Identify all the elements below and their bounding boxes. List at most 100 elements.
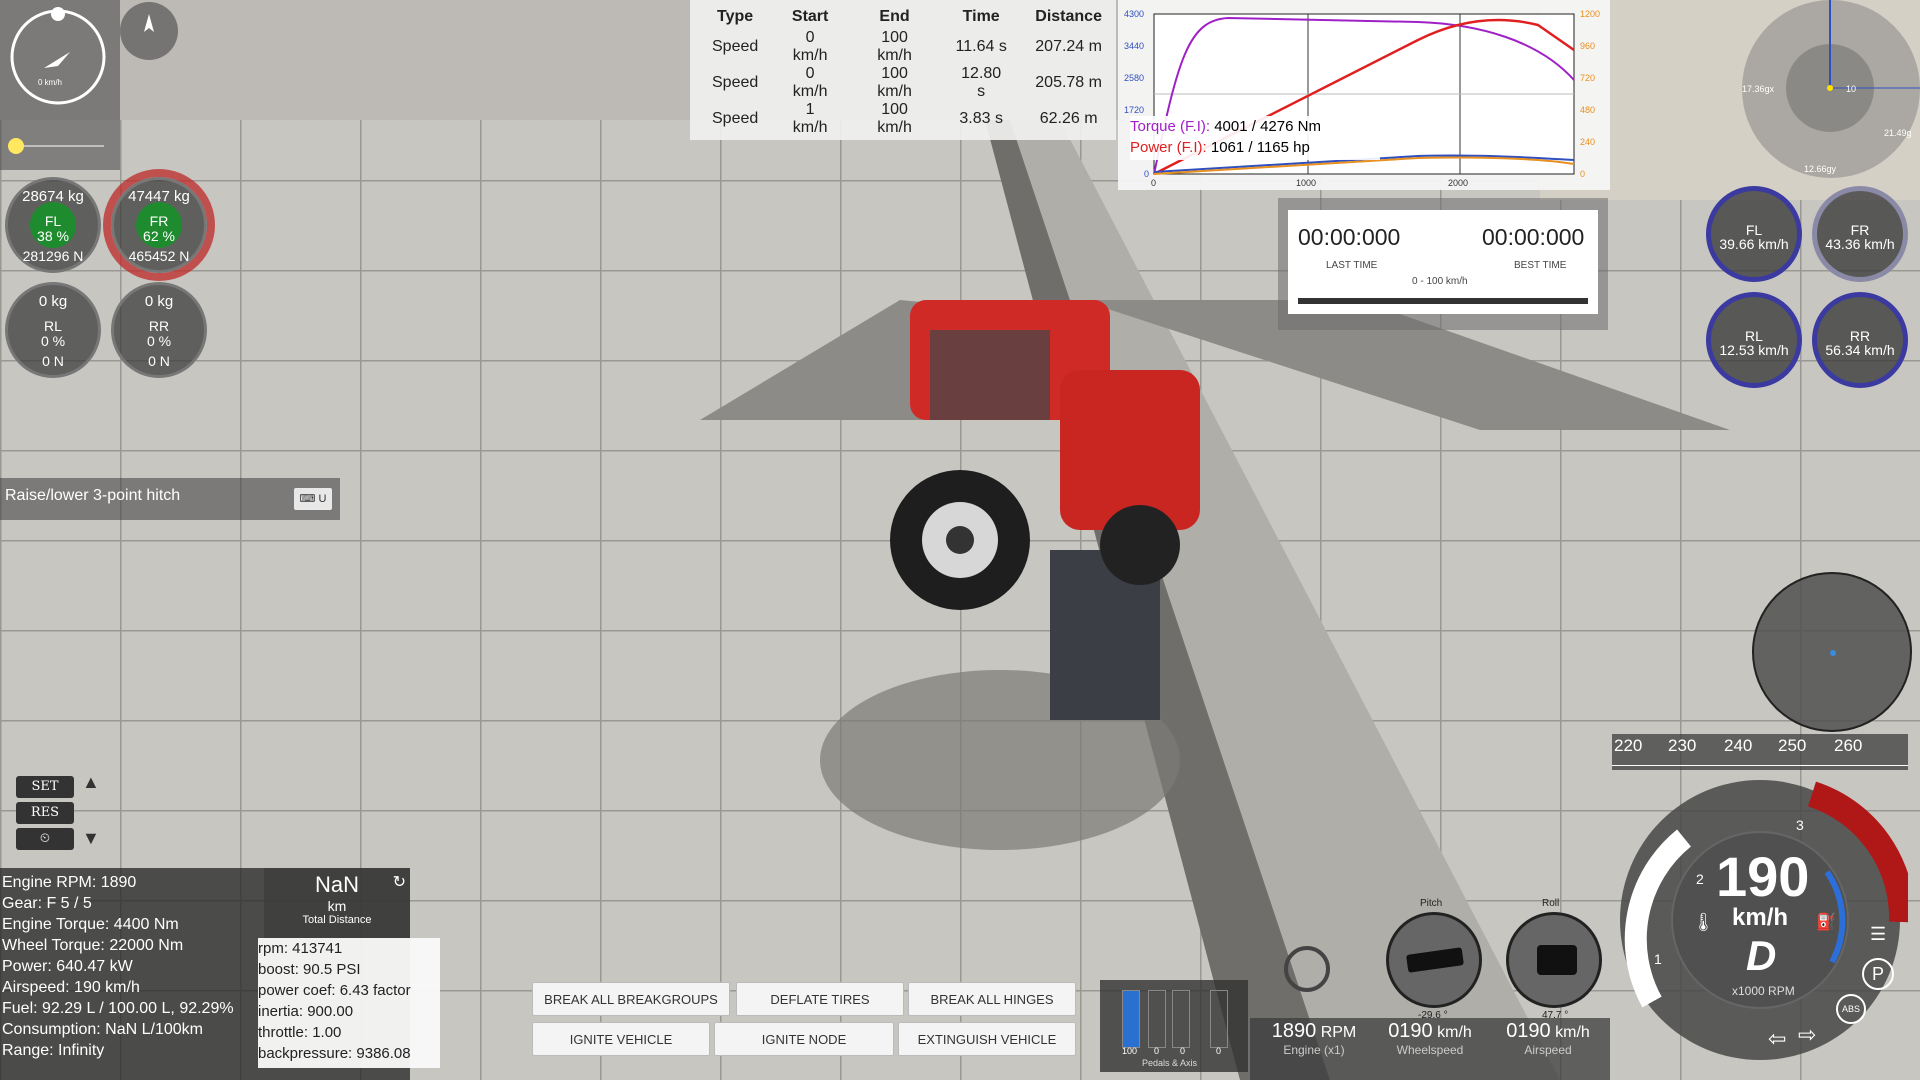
svg-text:0: 0 — [1151, 178, 1156, 188]
column-header: End — [879, 7, 910, 25]
tape-tick: 250 — [1778, 736, 1807, 755]
pedal-value: 0 — [1180, 1046, 1186, 1056]
wheel-fl-newton: 281296 N — [22, 248, 84, 264]
deflate-tires-button[interactable]: DEFLATE TIRES — [736, 982, 904, 1016]
total-distance-label: Total Distance — [302, 914, 372, 926]
wheelspeed-readout: 0190 km/h Wheelspeed — [1388, 1020, 1472, 1057]
svg-text:960: 960 — [1580, 41, 1595, 51]
table-row: Speed 0 km/h 100 km/h 11.64 s 207.24 m — [698, 29, 1116, 65]
roll-label: Roll — [1542, 898, 1560, 909]
wheelspeed-rr: RR 56.34 km/h — [1812, 292, 1908, 388]
tape-tick: 260 — [1834, 736, 1863, 755]
svg-text:480: 480 — [1580, 105, 1595, 115]
speed-unit: km/h — [1732, 904, 1789, 931]
action-hint: Raise/lower 3-point hitch ⌨ U — [0, 478, 340, 520]
engine-debug-panel: rpm: 413741 boost: 90.5 PSI power coef: … — [258, 938, 440, 1068]
column-header: Start — [791, 7, 829, 25]
best-time-value: 00:00:000 — [1482, 224, 1585, 250]
north-indicator-icon — [120, 2, 178, 60]
gforce-x: 17.36gx — [1742, 84, 1775, 94]
cruise-resume-button[interactable]: RES — [16, 802, 74, 824]
readouts-bar: 1890 RPM Engine (x1) 0190 km/h Wheelspee… — [1250, 1018, 1610, 1080]
wheelspeed-rl: RL 12.53 km/h — [1706, 292, 1802, 388]
pitch-value: -29.6 ° — [1418, 1010, 1448, 1021]
power-legend-label: Power (F.I): — [1130, 139, 1207, 156]
extinguish-vehicle-button[interactable]: EXTINGUISH VEHICLE — [898, 1022, 1076, 1056]
ignite-node-button[interactable]: IGNITE NODE — [714, 1022, 894, 1056]
nav-speed-label: 0 km/h — [38, 78, 63, 87]
cruise-up-icon[interactable]: ▲ — [82, 772, 100, 793]
keyboard-key-hint: ⌨ U — [294, 488, 332, 510]
svg-text:1200: 1200 — [1580, 9, 1600, 19]
column-header: Type — [717, 7, 754, 25]
column-header: Time — [962, 7, 1000, 25]
pedal-bar-brake — [1148, 990, 1166, 1048]
cruise-timer-icon[interactable]: ⏲ — [16, 828, 74, 850]
table-cell: 100 km/h — [877, 29, 912, 64]
break-all-breakgroups-button[interactable]: BREAK ALL BREAKGROUPS — [532, 982, 730, 1016]
wheel-gauge-rr: 0 kg RR 0 % 0 N — [111, 282, 207, 378]
turn-right-icon: ⇨ — [1798, 1022, 1817, 1047]
stat-line: Engine Torque: 4400 Nm — [2, 916, 179, 933]
cruise-set-button[interactable]: SET — [16, 776, 74, 798]
minimap[interactable] — [1752, 572, 1912, 732]
pedal-bar-throttle — [1122, 990, 1140, 1048]
gforce-mid: 10 — [1846, 84, 1857, 94]
wheelspeed-rl-label: RL 12.53 km/h — [1719, 328, 1789, 358]
fuel-icon: ⛽ — [1816, 914, 1836, 931]
lap-timer: 00:00:000 LAST TIME 00:00:000 BEST TIME … — [1278, 198, 1608, 330]
cruise-down-icon[interactable]: ▼ — [82, 828, 100, 849]
svg-text:240: 240 — [1580, 137, 1595, 147]
best-time-label: BEST TIME — [1514, 260, 1567, 271]
turn-left-icon: ⇦ — [1768, 1026, 1787, 1051]
svg-text:2000: 2000 — [1448, 178, 1468, 188]
total-distance-widget: NaN km Total Distance ↻ — [264, 868, 410, 938]
wheel-gauge-fl: 28674 kg FL 38 % 281296 N — [5, 177, 101, 273]
headlight-icon: ☰ — [1870, 924, 1887, 944]
stat-line: Engine RPM: 1890 — [2, 874, 137, 891]
reset-icon[interactable]: ↻ — [393, 872, 406, 892]
break-all-hinges-button[interactable]: BREAK ALL HINGES — [908, 982, 1076, 1016]
wheelspeed-fr: FR 43.36 km/h — [1812, 186, 1908, 282]
tape-tick: 230 — [1668, 736, 1697, 755]
stat-line: Airspeed: 190 km/h — [2, 979, 140, 996]
svg-text:1000: 1000 — [1296, 178, 1316, 188]
dyno-curves: 4300 3440 2580 1720 0 1200 960 720 480 2… — [1124, 9, 1600, 188]
table-cell: 1 km/h — [792, 101, 828, 136]
steering-wheel-icon — [1284, 946, 1330, 992]
pitch-label: Pitch — [1420, 898, 1443, 909]
ignite-vehicle-button[interactable]: IGNITE VEHICLE — [532, 1022, 710, 1056]
airspeed-readout: 0190 km/h Airspeed — [1506, 1020, 1590, 1057]
stat-line: Range: Infinity — [2, 1042, 105, 1059]
wheel-rr-kg: 0 kg — [144, 293, 174, 310]
wheelspeed-fr-label: FR 43.36 km/h — [1825, 222, 1895, 252]
stat-line: Power: 640.47 kW — [2, 958, 133, 975]
total-distance-unit: km — [327, 898, 347, 914]
roll-value: 47.7 ° — [1542, 1010, 1569, 1021]
table-row: Speed 0 km/h 100 km/h 12.80 s 205.78 m — [698, 65, 1116, 101]
engine-line: boost: 90.5 PSI — [258, 961, 361, 978]
gforce-meter: 17.36gx 10 21.49g 12.66gy — [1742, 0, 1920, 178]
pedals-axis-panel: 100 0 0 0 Pedals & Axis — [1100, 980, 1248, 1072]
acceleration-timing-table: Type Start End Time Distance Speed 0 km/… — [690, 0, 1116, 140]
table-cell: 100 km/h — [877, 65, 912, 100]
svg-text:0: 0 — [1144, 169, 1149, 179]
wheelspeed-fl: FL 39.66 km/h — [1706, 186, 1802, 282]
navigation-panel: 0 km/h — [0, 0, 120, 170]
wheel-rr-newton: 0 N — [148, 353, 170, 369]
timer-progress-bar — [1298, 298, 1588, 304]
engine-line: throttle: 1.00 — [258, 1024, 342, 1041]
wheel-rl-newton: 0 N — [42, 353, 64, 369]
svg-text:720: 720 — [1580, 73, 1595, 83]
svg-text:1: 1 — [1654, 951, 1662, 967]
torque-legend-label: Torque (F.I): — [1130, 118, 1211, 135]
table-cell: 0 km/h — [792, 65, 828, 100]
player-marker-icon — [1830, 650, 1836, 656]
wheel-fr-kg: 47447 kg — [128, 188, 190, 205]
stat-line: Consumption: NaN L/100km — [2, 1021, 203, 1038]
power-legend-value: 1061 / 1165 hp — [1210, 139, 1310, 156]
gforce-y: 21.49g — [1884, 128, 1912, 138]
truck-rear-icon — [1537, 945, 1577, 975]
column-header: Distance — [1035, 7, 1102, 25]
wheel-gauge-fr: 47447 kg FR 62 % 465452 N — [111, 177, 207, 273]
